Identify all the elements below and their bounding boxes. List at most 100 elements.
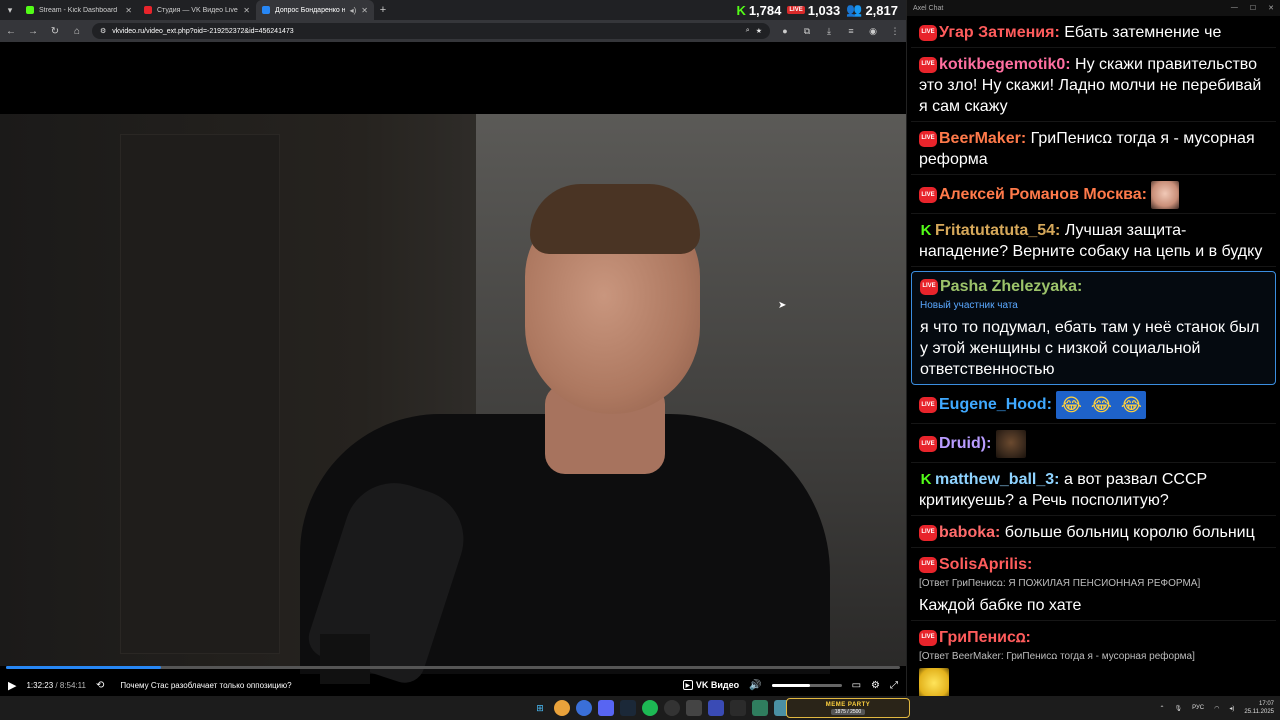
chat-message: LIVE Pasha Zhelezyaka: Новый участник чата…	[911, 271, 1276, 385]
chat-username[interactable]: Алексей Романов Москва:	[939, 186, 1147, 203]
extension-icon[interactable]: ●	[778, 26, 792, 36]
chat-username[interactable]: Pasha Zhelezyaka:	[940, 278, 1082, 295]
media-control-icon[interactable]: ≡	[844, 26, 858, 36]
clock[interactable]: 17:07 25.11.2025	[1244, 700, 1274, 716]
chat-username[interactable]: Eugene_Hood:	[939, 396, 1052, 413]
play-button[interactable]: ▶	[8, 679, 16, 692]
chat-message: Kmatthew_ball_3: а вот развал СССР крити…	[911, 467, 1276, 516]
tray-chevron-icon[interactable]: ⌃	[1159, 705, 1164, 712]
reply-quote: [Ответ BeerMaker: ГриПенисꭥ тогда я - му…	[919, 651, 1195, 662]
total-viewer-count: 2,817	[865, 2, 898, 18]
chat-message: LIVE SolisAprilis: [Ответ ГриПенисꭥ: Я ПОЖ…	[911, 552, 1276, 621]
steam-icon[interactable]	[620, 700, 636, 716]
chat-message: LIVE Алексей Романов Москва:	[911, 179, 1276, 214]
vk-live-platform-icon: LIVE	[919, 436, 937, 452]
language-indicator[interactable]: РУС	[1192, 705, 1204, 711]
address-bar[interactable]: ⚙ vkvideo.ru/video_ext.php?oid=-21925237…	[92, 23, 770, 39]
druid-emote-icon	[995, 430, 1026, 458]
speaker-icon[interactable]: ◂)	[350, 6, 357, 15]
progress-bar[interactable]	[6, 666, 900, 669]
volume-icon[interactable]: 🔊	[749, 680, 761, 691]
chat-username[interactable]: kotikbegemotik0:	[939, 56, 1071, 73]
chat-username[interactable]: ГриПенисꭥ:	[939, 629, 1031, 646]
video-player[interactable]: ➤ ▶ 1:32:23 / 8:54:11 ⟲ Почему Стас разо…	[0, 42, 906, 696]
tab-kick-dashboard[interactable]: Stream - Kick Dashboard ✕	[20, 0, 138, 20]
chat-message: LIVE Eugene_Hood: 😂 😂 😂	[911, 389, 1276, 424]
chat-username[interactable]: Fritatutatuta_54:	[935, 222, 1060, 239]
kick-viewer-count: 1,784	[748, 2, 782, 18]
meme-party-title: MEME PARTY	[825, 701, 871, 708]
taskbar-apps: ⊞	[532, 696, 790, 720]
laugh-emoji-icon: 😂	[1090, 394, 1112, 415]
extensions-puzzle-icon[interactable]: ⧉	[800, 26, 814, 37]
chat-message-list[interactable]: LIVE Угар Затмения: Ебать затемнение че LI…	[907, 16, 1280, 696]
time-total: 8:54:11	[59, 680, 86, 690]
time-current: 1:32:23	[26, 680, 54, 690]
reply-quote: [Ответ ГриПенисꭥ: Я ПОЖИЛАЯ ПЕНСИОННАЯ Р…	[919, 578, 1201, 589]
media-app-icon[interactable]	[708, 700, 724, 716]
vk-live-platform-icon: LIVE	[919, 130, 937, 147]
vk-live-platform-icon: LIVE	[919, 524, 937, 541]
tab-vk-studio[interactable]: Студия — VK Видео Live ✕	[138, 0, 256, 20]
volume-slider[interactable]	[771, 683, 842, 687]
speaker-hair	[530, 184, 700, 254]
close-tab-icon[interactable]: ✕	[125, 6, 132, 15]
obs-icon[interactable]	[664, 700, 680, 716]
chat-username[interactable]: baboka:	[939, 524, 1000, 541]
vk-video-logo[interactable]: ▶ VK Видео	[682, 680, 739, 690]
playlist-icon[interactable]: ⟲	[96, 680, 104, 691]
fullscreen-icon[interactable]: ⤢	[890, 680, 898, 691]
wifi-icon[interactable]: ◠	[1214, 705, 1219, 712]
volume-tray-icon[interactable]: ◂)	[1229, 705, 1234, 712]
chat-username[interactable]: matthew_ball_3:	[935, 471, 1059, 488]
chat-username[interactable]: Druid):	[939, 435, 991, 452]
spotify-icon[interactable]	[642, 700, 658, 716]
close-icon[interactable]: ✕	[1268, 4, 1274, 12]
chat-text: я что то подумал, ебать там у неё станок…	[920, 319, 1260, 378]
menu-kebab-icon[interactable]: ⋮	[888, 26, 902, 37]
vk-live-favicon-icon	[144, 6, 152, 14]
tab-vk-video[interactable]: Допрос Бондаренко нар ◂) ✕	[256, 0, 374, 20]
progress-fill	[6, 666, 161, 669]
subtitles-icon[interactable]: ▭	[852, 680, 861, 691]
bookmark-star-icon[interactable]: ★	[756, 27, 762, 35]
close-tab-icon[interactable]: ✕	[243, 6, 250, 15]
reload-icon[interactable]: ↻	[48, 26, 62, 37]
chat-message: LIVE ГриПенисꭥ: [Ответ BeerMaker: ГриПенис…	[911, 625, 1276, 696]
forward-icon[interactable]: →	[26, 26, 40, 37]
new-tab-button[interactable]: +	[374, 4, 392, 16]
discord-icon[interactable]	[598, 700, 614, 716]
browser-window: ▾ Stream - Kick Dashboard ✕ Студия — VK …	[0, 0, 906, 696]
chat-text: Каждой бабке по хате	[919, 597, 1082, 614]
settings-gear-icon[interactable]: ⚙	[871, 680, 880, 691]
chrome-icon[interactable]	[554, 700, 570, 716]
minimize-icon[interactable]: —	[1231, 4, 1238, 12]
chat-username[interactable]: Угар Затмения:	[939, 24, 1060, 41]
close-tab-icon[interactable]: ✕	[361, 6, 368, 15]
app-icon[interactable]	[686, 700, 702, 716]
tab-search-icon[interactable]: ▾	[0, 0, 20, 20]
site-info-icon[interactable]: ⚙	[100, 27, 106, 35]
home-icon[interactable]: ⌂	[70, 26, 84, 37]
chat-titlebar: Axel Chat — ☐ ✕	[907, 0, 1280, 16]
time-separator: /	[55, 680, 58, 690]
mic-icon[interactable]: 🎙	[1175, 705, 1183, 712]
files-icon[interactable]	[752, 700, 768, 716]
meme-party-progress: 1875 / 2500	[830, 708, 866, 715]
zoom-icon[interactable]: ⌕	[746, 27, 750, 35]
back-icon[interactable]: ←	[4, 26, 18, 37]
chat-username[interactable]: SolisAprilis:	[939, 556, 1032, 573]
meme-party-widget[interactable]: MEME PARTY 1875 / 2500	[786, 698, 910, 718]
profile-icon[interactable]: ◉	[866, 26, 880, 37]
vk-live-platform-icon: LIVE	[919, 556, 937, 573]
chat-username[interactable]: BeerMaker:	[939, 130, 1026, 147]
terminal-icon[interactable]	[730, 700, 746, 716]
chat-message: LIVE Угар Затмения: Ебать затемнение че	[911, 20, 1276, 48]
system-tray: ⌃ 🎙 РУС ◠ ◂) 17:07 25.11.2025	[1159, 696, 1274, 720]
start-windows-icon[interactable]: ⊞	[532, 700, 548, 716]
video-frame[interactable]	[0, 114, 906, 688]
chat-message: K Fritatutatuta_54: Лучшая защита-нападен…	[911, 218, 1276, 267]
download-icon[interactable]: ⤓	[822, 26, 836, 37]
chrome-profile-icon[interactable]	[576, 700, 592, 716]
maximize-icon[interactable]: ☐	[1250, 4, 1256, 12]
